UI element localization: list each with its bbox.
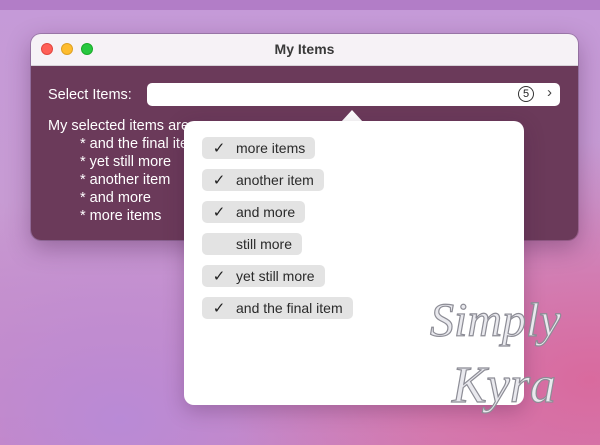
summary-item: * yet still more <box>80 154 172 170</box>
option-and-the-final-item[interactable]: ✓ and the final item <box>202 297 353 319</box>
option-label: and the final item <box>236 300 343 316</box>
summary-title: My selected items are: <box>48 118 194 134</box>
select-items-label: Select Items: <box>48 87 132 103</box>
option-and-more[interactable]: ✓ and more <box>202 201 306 223</box>
selected-count-badge: 5 <box>518 86 534 102</box>
summary-item: * more items <box>80 208 162 224</box>
simply-kyra-watermark: Simply Kyra <box>429 293 562 414</box>
option-label: still more <box>236 236 293 252</box>
summary-item: * another item <box>80 172 171 188</box>
option-yet-still-more[interactable]: ✓ yet still more <box>202 265 325 287</box>
title-bar: My Items <box>31 34 578 66</box>
items-picker-field[interactable]: 5 › <box>147 83 560 106</box>
checkmark-icon: ✓ <box>212 268 226 285</box>
option-label: yet still more <box>236 268 315 284</box>
desktop-top-strip <box>0 0 600 10</box>
window-title: My Items <box>274 41 335 57</box>
selected-items-summary: My selected items are: * and the final i… <box>48 117 200 225</box>
summary-item: * and the final item <box>80 136 201 152</box>
checkmark-icon: ✓ <box>212 204 226 221</box>
checkmark-icon: ✓ <box>212 300 226 317</box>
option-label: more items <box>236 140 306 156</box>
option-still-more[interactable]: still more <box>202 233 303 255</box>
option-label: and more <box>236 204 296 220</box>
checkmark-icon: ✓ <box>212 172 226 189</box>
summary-item: * and more <box>80 190 151 206</box>
watermark-line-1: Simply <box>430 294 561 347</box>
chevron-right-icon[interactable]: › <box>547 84 552 101</box>
watermark-line-2: Kyra <box>451 357 556 414</box>
option-more-items[interactable]: ✓ more items <box>202 137 316 159</box>
option-label: another item <box>236 172 314 188</box>
checkmark-icon: ✓ <box>212 140 226 157</box>
option-another-item[interactable]: ✓ another item <box>202 169 324 191</box>
